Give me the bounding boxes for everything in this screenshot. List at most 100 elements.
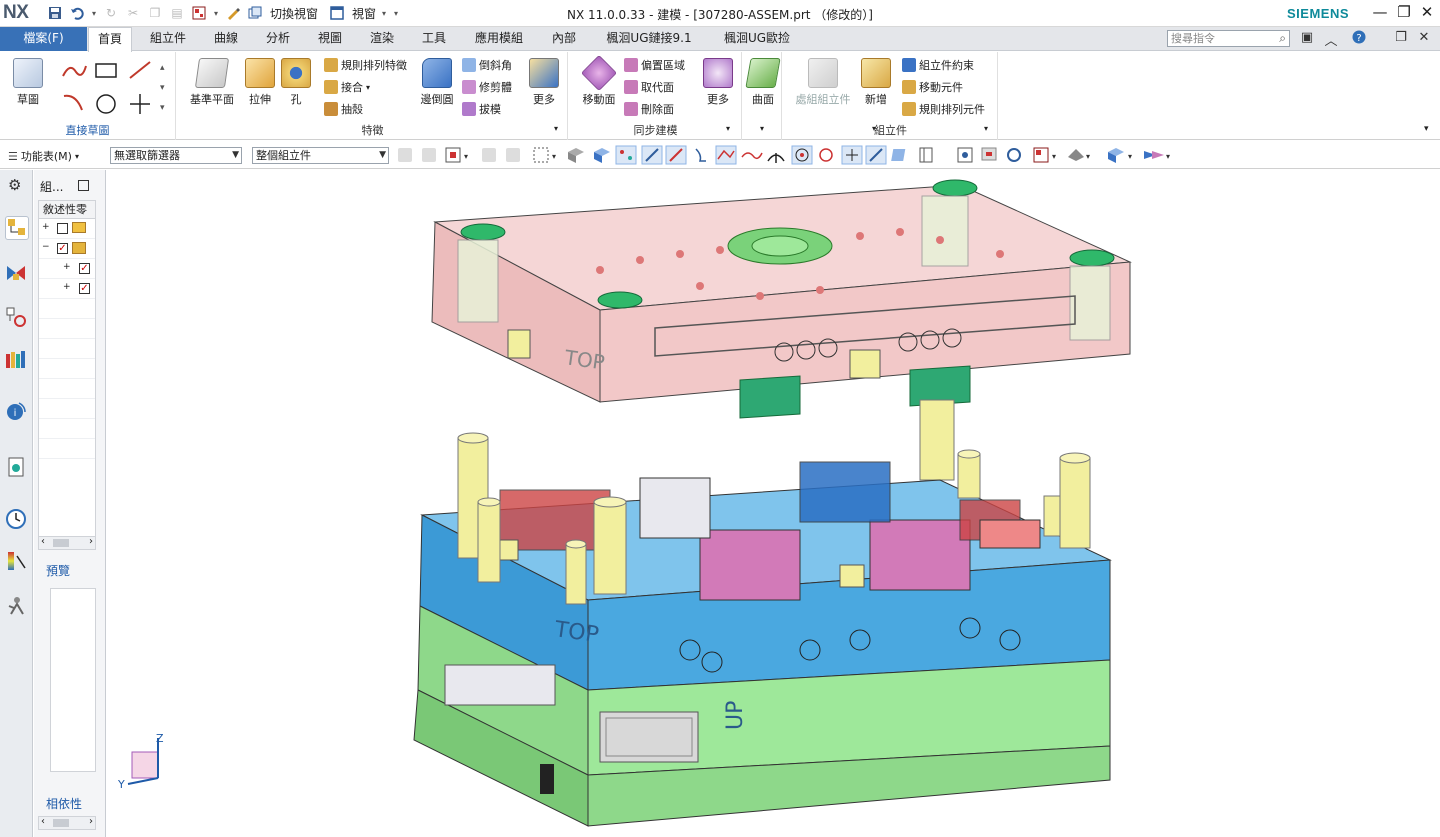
tree-row[interactable]: + ✓ [39,279,95,299]
menu-button[interactable]: ☰ 功能表(M) ▾ [8,148,79,164]
sync-more-icon [703,58,733,88]
assembly-navigator-tab-icon[interactable] [5,216,29,240]
gear-icon[interactable]: ⚙ [8,176,21,194]
command-search-input[interactable]: 搜尋指令 ⌕ [1167,30,1290,47]
view-triad[interactable]: Z Y [117,732,164,791]
type-filter-select[interactable]: 無選取篩選器 ▼ [110,147,242,164]
surface-dropdown-icon[interactable]: ▾ [760,124,764,133]
restore-icon[interactable]: ❐ [1392,3,1416,21]
scroll-right-icon[interactable]: › [89,536,93,547]
tab-curve[interactable]: 曲線 [204,27,248,51]
checkbox-checked-icon[interactable]: ✓ [79,283,90,294]
replace-face-button[interactable]: 取代面 [624,79,674,95]
sketch-button[interactable]: 草圖 [8,54,48,107]
help-icon[interactable]: ? [1350,30,1368,48]
scroll-thumb[interactable] [53,819,69,827]
search-icon[interactable]: ⌕ [1279,31,1286,46]
tree-row-empty [39,419,95,439]
constraint-navigator-icon[interactable] [5,262,29,286]
blend-button[interactable]: 邊倒圓 [416,54,458,107]
unite-button[interactable]: 接合 ▾ [324,79,370,95]
tab-internal[interactable]: 內部 [542,27,586,51]
new-component-button[interactable]: 新增 [856,54,896,107]
assembly-constraints-button[interactable]: 組立件約束 [902,57,974,73]
expand-icon[interactable]: + [63,262,71,272]
chamfer-button[interactable]: 倒斜角 [462,57,512,73]
tab-analysis[interactable]: 分析 [256,27,300,51]
expand-icon[interactable]: + [42,222,50,232]
column-header-descriptive-name[interactable]: 敘述性零 [39,201,95,219]
history-clock-icon[interactable] [5,508,29,532]
tab-view[interactable]: 視圖 [308,27,352,51]
mold-assembly-model[interactable]: TOP TOP UP Z Y [106,170,1440,837]
tab-ug-check[interactable]: 楓洄UG歐捡 [712,27,802,51]
move-face-button[interactable]: 移動面 [578,54,620,107]
preview-section-header[interactable]: 預覽 [46,562,70,579]
role-icon[interactable] [5,594,29,618]
dependency-horizontal-scrollbar[interactable]: ‹ › [38,816,96,830]
assembly-group-dropdown-icon[interactable]: ▾ [984,124,988,133]
navigator-horizontal-scrollbar[interactable]: ‹ › [38,536,96,550]
checkbox-checked-icon[interactable]: ✓ [79,263,90,274]
blend-icon [422,58,452,88]
datum-plane-button[interactable]: 基準平面 [186,54,238,107]
navigator-maximize-icon[interactable] [78,180,89,191]
collapse-icon[interactable]: − [42,242,50,252]
checkbox-empty-icon[interactable] [57,223,68,234]
extrude-button[interactable]: 拉伸 [240,54,280,107]
feature-more-button[interactable]: 更多 [524,54,564,107]
guide-pillar[interactable] [919,399,955,481]
hole-button[interactable]: 孔 [276,54,316,107]
upper-mold-plate[interactable]: TOP [431,179,1132,419]
tab-ug-link[interactable]: 楓洄UG鏈接9.1 [594,27,704,51]
scroll-left-icon[interactable]: ‹ [41,816,45,827]
tab-render[interactable]: 渲染 [360,27,404,51]
offset-region-button[interactable]: 偏置區域 [624,57,685,73]
draft-button[interactable]: 拔模 [462,101,501,117]
trim-body-button[interactable]: 修剪體 [462,79,512,95]
close-icon[interactable]: ✕ [1415,3,1439,21]
tab-tools[interactable]: 工具 [412,27,456,51]
checkbox-checked-icon[interactable]: ✓ [57,243,68,254]
web-browser-icon[interactable]: i [5,400,29,424]
expand-icon[interactable]: + [63,282,71,292]
cavity-plate[interactable]: TOP [419,461,1112,691]
pattern-feature-button[interactable]: 規則排列特徵 [324,57,407,73]
sketch-curve-tools[interactable] [60,58,156,118]
surface-button[interactable]: 曲面 [744,54,782,107]
sketch-scroll-arrows[interactable]: ▴ ▾ ▾ [160,58,165,118]
file-tab[interactable]: 檔案(F) [0,27,87,51]
selection-scope-select[interactable]: 整個組立件 ▼ [252,147,389,164]
inner-restore-icon[interactable]: ❐ [1392,30,1410,45]
scroll-left-icon[interactable]: ‹ [41,536,45,547]
scroll-right-icon[interactable]: › [89,816,93,827]
tree-row-empty [39,299,95,319]
dependency-section-header[interactable]: 相依性 [46,795,82,812]
part-navigator-icon[interactable] [5,306,29,330]
scroll-thumb[interactable] [53,539,69,547]
shell-button[interactable]: 抽殼 [324,101,363,117]
reuse-library-icon[interactable] [5,348,29,372]
tab-assembly[interactable]: 組立件 [140,27,196,51]
assembly-navigator-button[interactable]: 處組組立件 [792,54,854,107]
ribbon-display-icon[interactable]: ▣ [1298,30,1316,45]
unite-dropdown-icon[interactable]: ▾ [366,83,370,92]
assembly-navigator-pane: 組... 敘述性零 + − ✓ + ✓ + ✓ ‹ › 預覽 相依性 ‹ › [34,170,106,837]
tree-row[interactable]: − ✓ [39,239,95,259]
graphics-window[interactable]: TOP TOP UP Z Y [106,170,1440,837]
minimize-icon[interactable]: — [1368,3,1392,21]
ribbon-expand-icon[interactable]: ▾ [1424,124,1429,134]
visualization-icon[interactable] [5,550,29,574]
sync-more-button[interactable]: 更多 [698,54,738,107]
snap-point-tools[interactable]: ▾ ▾ ▾ ▾ ▾ ▾ [396,145,1196,165]
tab-application[interactable]: 應用模組 [464,27,534,51]
inner-close-icon[interactable]: ✕ [1415,30,1433,45]
pattern-component-button[interactable]: 規則排列元件 [902,101,985,117]
move-component-button[interactable]: 移動元件 [902,79,963,95]
history-palette-icon[interactable] [5,456,29,480]
tree-row[interactable]: + [39,219,95,239]
collapse-ribbon-icon[interactable]: ︿ [1322,30,1340,49]
delete-face-button[interactable]: 刪除面 [624,101,674,117]
tab-home[interactable]: 首頁 [88,27,132,52]
tree-row[interactable]: + ✓ [39,259,95,279]
